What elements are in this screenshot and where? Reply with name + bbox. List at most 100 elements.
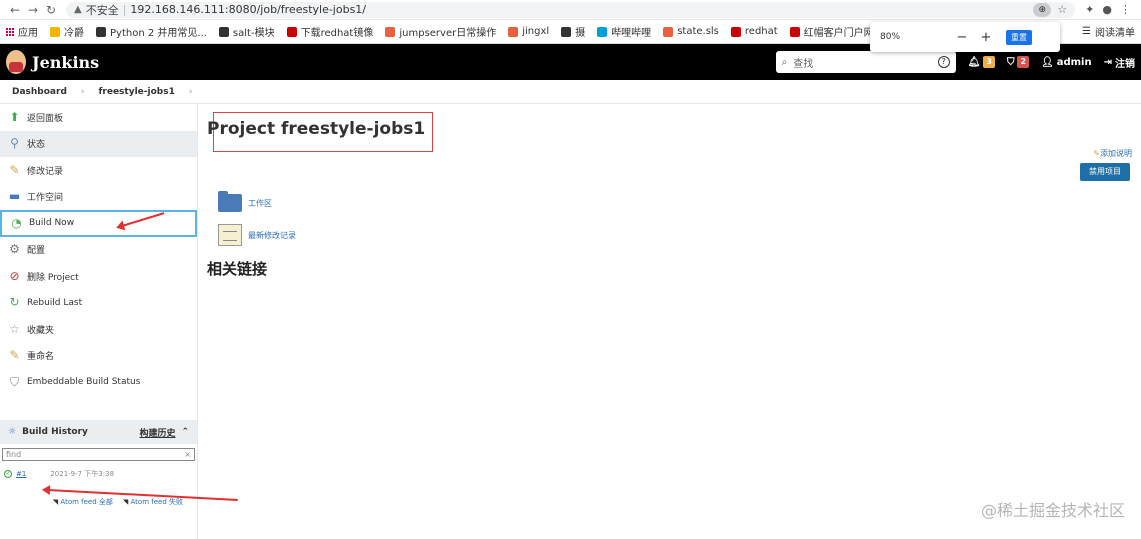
zoom-reset-button[interactable]: 重置 (1006, 29, 1032, 45)
search-box[interactable]: ⌕ 查找 ? (775, 51, 956, 73)
notifications[interactable]: 🔔︎ 3 (968, 56, 995, 68)
bookmark-item[interactable]: 应用 (6, 24, 38, 39)
bookmark-favicon-icon (508, 26, 519, 37)
jenkins-logo-icon[interactable] (6, 50, 26, 74)
zoom-in-button[interactable]: + (974, 30, 998, 45)
shield-icon: ⛉ (9, 374, 19, 389)
clear-filter-icon[interactable]: × (184, 450, 191, 459)
zoom-icon[interactable]: ⊕ (1033, 2, 1052, 17)
bookmark-label: 哔哩哔哩 (611, 28, 652, 39)
related-links-heading: 相关链接 (207, 260, 268, 278)
bookmark-favicon-icon (385, 26, 396, 37)
bookmark-label: 冷爵 (64, 28, 84, 39)
build-history: ☼ Build History 构建历史 ⌃ find × ✓ #1 2021-… (0, 420, 197, 507)
reload-icon[interactable]: ↻ (42, 3, 60, 17)
shield-alert-icon: ⛉ (1006, 56, 1015, 68)
feed-all-label: Atom feed 全部 (60, 498, 113, 506)
bookmark-item[interactable]: salt-模块 (218, 24, 275, 39)
breadcrumb-separator: › (188, 86, 193, 97)
success-icon: ✓ (4, 470, 12, 478)
disable-project-button[interactable]: 禁用项目 (1080, 163, 1130, 181)
sidebar-item[interactable]: ⊘ 删除 Project (0, 263, 197, 290)
jenkins-title[interactable]: Jenkins (32, 53, 99, 72)
sidebar-item-label: 删除 Project (27, 272, 79, 283)
sidebar-item[interactable]: ↻ Rebuild Last (0, 290, 197, 317)
user-menu[interactable]: 👤︎ admin (1041, 57, 1092, 68)
bookmark-label: jumpserver日常操作 (399, 28, 497, 39)
url-field[interactable]: ▲ 不安全 | 192.168.146.111:8080/job/freesty… (66, 1, 1076, 18)
breadcrumb-dashboard[interactable]: Dashboard (12, 87, 67, 97)
bookmark-item[interactable]: 冷爵 (50, 24, 84, 39)
rss-icon: ◥ (122, 498, 129, 506)
bookmark-label: 应用 (18, 28, 38, 39)
alerts-badge: 2 (1017, 56, 1030, 68)
bookmark-label: 摄 (575, 28, 586, 39)
logout-link[interactable]: ⇥ 注销 (1104, 55, 1135, 70)
bookmark-label: 下载redhat镜像 (300, 28, 374, 39)
search-input[interactable]: 查找 (793, 55, 937, 70)
bookmark-label: Python 2 并用常见... (110, 28, 207, 39)
sidebar-item[interactable]: ✎ 修改记录 (0, 157, 197, 184)
filter-placeholder: find (6, 450, 22, 459)
bookmark-item[interactable]: Python 2 并用常见... (96, 24, 207, 39)
workspace-link[interactable]: 工作区 (218, 191, 272, 212)
back-icon[interactable]: ← (6, 3, 24, 17)
folder-icon: ▬ (8, 189, 21, 204)
profile-icon[interactable]: ● (1102, 3, 1112, 16)
notepad-icon: ✎ (9, 162, 20, 177)
page-title: Project freestyle-jobs1 (207, 119, 426, 139)
bookmark-item[interactable]: 下载redhat镜像 (286, 24, 374, 39)
build-row[interactable]: ✓ #1 2021-9-7 下午3:38 (0, 465, 197, 483)
rss-icon: ◥ (52, 498, 59, 506)
bookmark-item[interactable]: 摄 (561, 24, 585, 39)
zoom-popup: 80% − + 重置 (870, 22, 1060, 52)
sidebar-item-label: 工作空间 (27, 193, 64, 204)
star-icon: ☆ (9, 321, 20, 336)
main-content: Project freestyle-jobs1 ✎添加说明 禁用项目 工作区 最… (198, 104, 1141, 539)
bookmark-favicon-icon (286, 26, 297, 37)
sidebar-item[interactable]: ☆ 收藏夹 (0, 316, 197, 343)
bookmark-item[interactable]: 哔哩哔哩 (597, 24, 651, 39)
sidebar-item[interactable]: ✎ 重命名 (0, 343, 197, 370)
alerts[interactable]: ⛉ 2 (1006, 56, 1030, 68)
help-icon[interactable]: ? (937, 56, 950, 68)
build-history-header: ☼ Build History 构建历史 ⌃ (0, 420, 197, 444)
bookmark-star-icon[interactable]: ☆ (1057, 3, 1067, 16)
notifications-badge: 3 (983, 56, 995, 68)
bookmark-item[interactable]: jumpserver日常操作 (385, 24, 496, 39)
zoom-value: 80% (880, 32, 901, 42)
sidebar-item[interactable]: ⬆ 返回面板 (0, 104, 197, 131)
add-description-link[interactable]: ✎添加说明 (1093, 148, 1132, 159)
edit-icon: ✎ (1093, 149, 1100, 158)
add-description-label: 添加说明 (1100, 149, 1132, 158)
feed-all-link[interactable]: ◥ Atom feed 全部 (53, 497, 113, 507)
recent-changes-link[interactable]: 最新修改记录 (218, 224, 296, 246)
collapse-icon[interactable]: ⌃ (181, 427, 189, 437)
forward-icon[interactable]: → (24, 3, 42, 17)
sidebar-item[interactable]: ⚲ 状态 (0, 130, 197, 157)
sidebar-item[interactable]: ▬ 工作空间 (0, 184, 197, 211)
sidebar-item[interactable]: ⛉ Embeddable Build Status (0, 369, 197, 396)
sidebar-item[interactable]: ⚙ 配置 (0, 237, 197, 264)
reading-list-icon: ☰ (1082, 26, 1091, 37)
zoom-out-button[interactable]: − (950, 30, 974, 45)
rebuild-icon: ↻ (9, 295, 20, 310)
reading-list[interactable]: ☰ 阅读清单 (1082, 24, 1135, 39)
sidebar-item-label: Embeddable Build Status (27, 377, 141, 388)
sidebar-item-label: Rebuild Last (27, 297, 83, 308)
bookmark-favicon-icon (218, 26, 229, 37)
bookmark-favicon-icon (663, 26, 674, 37)
feed-fail-link[interactable]: ◥ Atom feed 失败 (123, 497, 183, 507)
menu-icon[interactable]: ⋮ (1120, 3, 1131, 16)
breadcrumb-project[interactable]: freestyle-jobs1 (99, 87, 175, 97)
build-filter-input[interactable]: find × (2, 448, 195, 461)
build-number[interactable]: #1 (16, 470, 26, 478)
build-trend-link[interactable]: 构建历史 (139, 426, 175, 439)
url-text: 192.168.146.111:8080/job/freestyle-jobs1… (130, 3, 367, 16)
bookmark-item[interactable]: redhat (730, 26, 778, 37)
extensions-icon[interactable]: ✦ (1085, 3, 1094, 16)
folder-icon (218, 191, 242, 212)
sidebar-item[interactable]: ◔ Build Now (0, 210, 197, 237)
bookmark-item[interactable]: state.sls (663, 26, 719, 37)
bookmark-item[interactable]: jingxl (508, 26, 549, 37)
